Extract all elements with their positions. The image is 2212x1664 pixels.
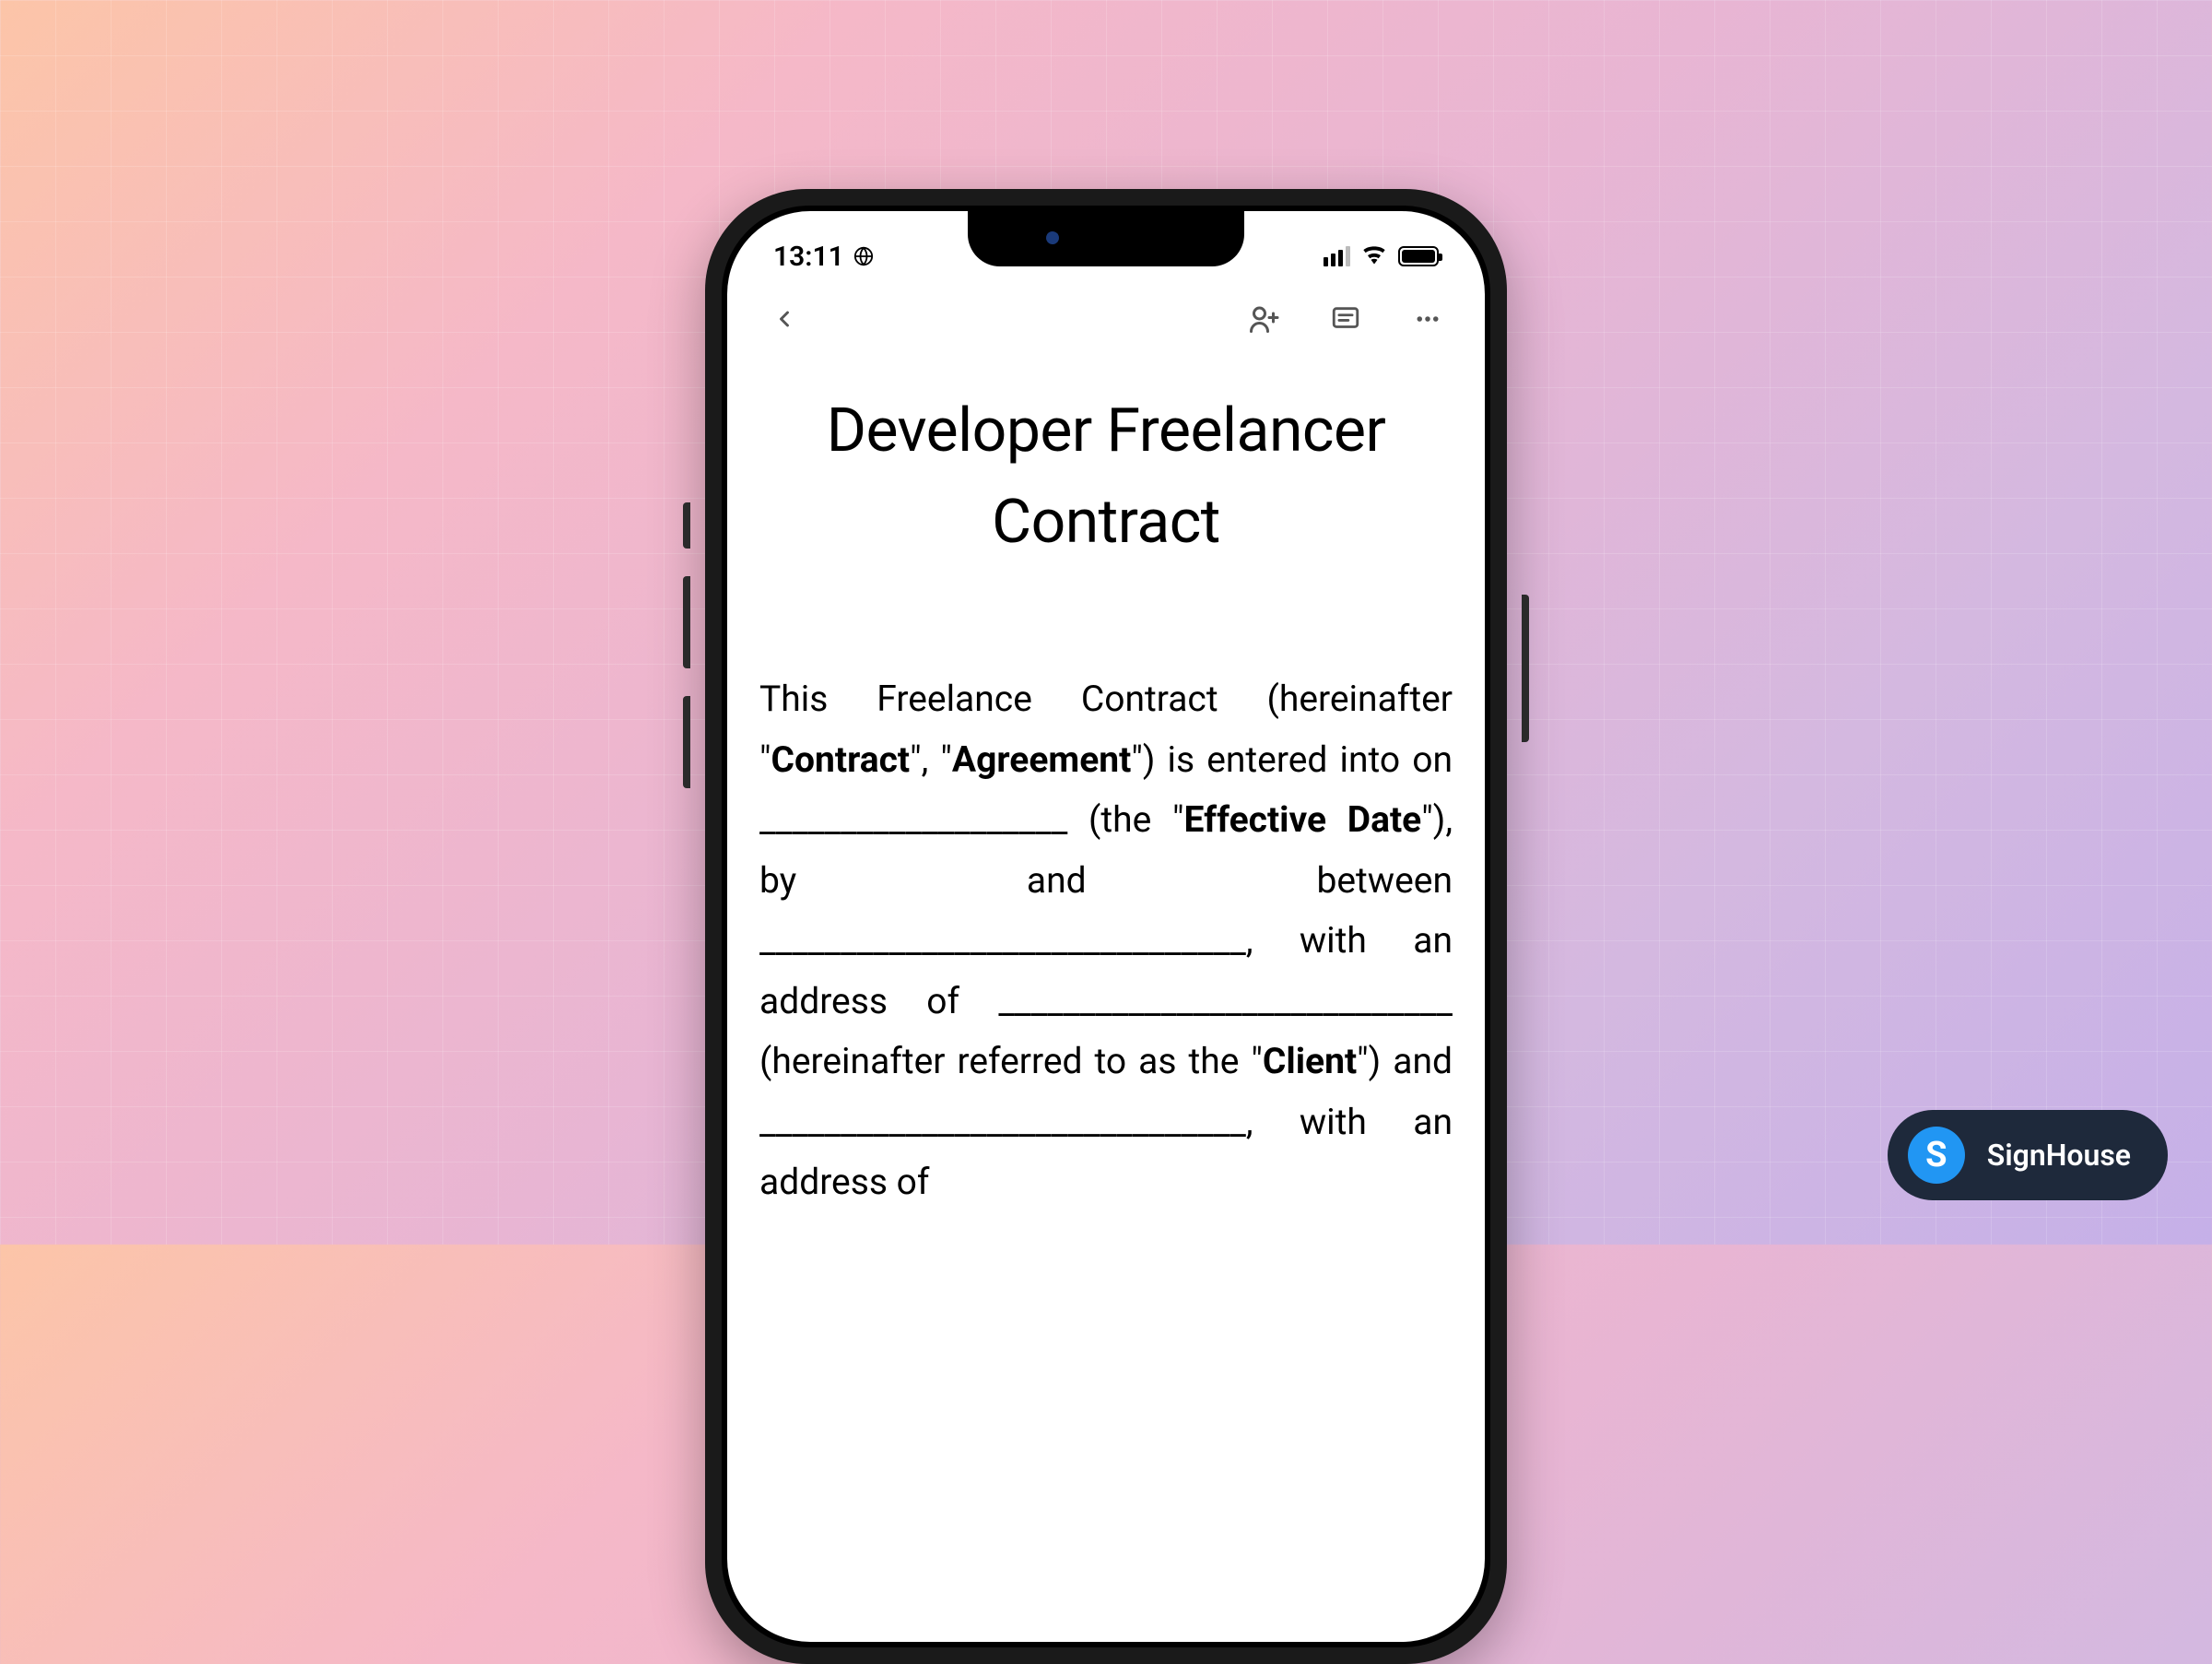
document-content[interactable]: Developer Freelancer Contract This Freel…: [727, 358, 1485, 1213]
more-options-button[interactable]: [1407, 299, 1448, 339]
brand-badge[interactable]: S SignHouse: [1888, 1110, 2168, 1200]
phone-notch: [968, 211, 1244, 266]
phone-silence-switch: [683, 502, 690, 549]
comment-button[interactable]: [1325, 299, 1366, 339]
brand-logo-icon: S: [1908, 1127, 1965, 1184]
document-title: Developer Freelancer Contract: [759, 385, 1453, 568]
location-icon: [853, 246, 874, 266]
add-person-button[interactable]: [1243, 299, 1284, 339]
back-button[interactable]: [764, 299, 805, 339]
phone-mockup: 13:11: [705, 189, 1507, 1664]
phone-power-button: [1522, 595, 1529, 742]
phone-screen: 13:11: [727, 211, 1485, 1642]
cellular-signal-icon: [1324, 246, 1350, 266]
phone-volume-up: [683, 576, 690, 668]
document-body: This Freelance Contract (hereinafter "Co…: [759, 669, 1453, 1213]
brand-name: SignHouse: [1987, 1138, 2131, 1173]
status-time: 13:11: [773, 241, 844, 273]
wifi-icon: [1361, 244, 1387, 268]
phone-volume-down: [683, 696, 690, 788]
app-toolbar: [727, 285, 1485, 358]
battery-icon: [1398, 246, 1439, 266]
phone-camera-dot: [1046, 231, 1059, 244]
